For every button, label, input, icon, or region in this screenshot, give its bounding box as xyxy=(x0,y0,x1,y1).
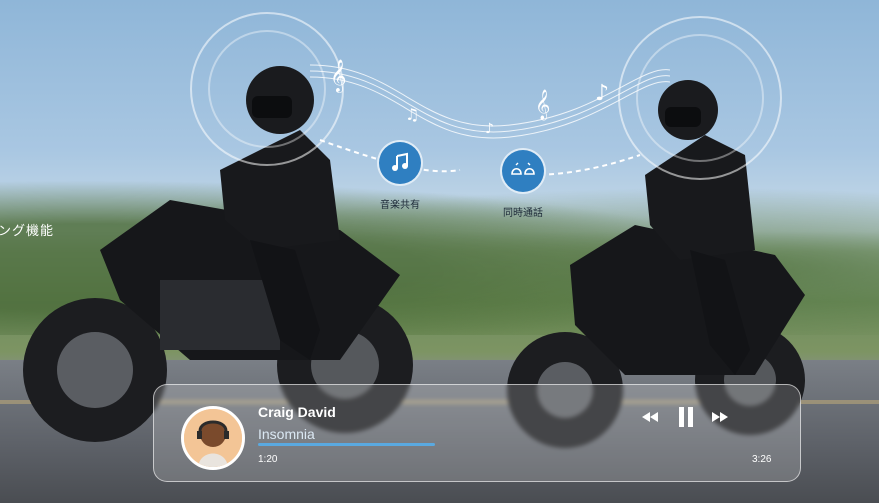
song-title: Insomnia xyxy=(258,426,315,442)
elapsed-time: 1:20 xyxy=(258,454,278,465)
music-notes-icon xyxy=(377,140,423,186)
helmets-talk-icon xyxy=(500,148,546,194)
svg-text:♫: ♫ xyxy=(405,105,419,124)
artist-name: Craig David xyxy=(258,404,336,420)
svg-text:♪: ♪ xyxy=(485,121,494,137)
pause-button[interactable] xyxy=(676,405,696,434)
feature-label: 同時通話 xyxy=(503,208,543,219)
music-player-card: Craig David Insomnia 1:20 3:26 xyxy=(153,384,801,482)
fast-forward-button[interactable] xyxy=(710,407,730,432)
photo-background: 𝄞 𝄞 ♪ ♫ ♪ ング機能 音楽共有 同時通話 Craig David Ins… xyxy=(0,0,879,503)
total-time: 3:26 xyxy=(752,454,772,465)
feature-caption-fragment: ング機能 xyxy=(0,223,55,238)
feature-music-share: 音楽共有 xyxy=(355,140,445,211)
sound-ring-left-inner xyxy=(208,30,326,148)
artist-avatar xyxy=(181,406,245,470)
progress-bar[interactable] xyxy=(258,443,435,446)
svg-text:𝄞: 𝄞 xyxy=(330,59,347,93)
svg-text:𝄞: 𝄞 xyxy=(535,89,550,121)
rewind-button[interactable] xyxy=(640,407,660,432)
svg-text:♪: ♪ xyxy=(595,81,609,106)
feature-simultaneous-call: 同時通話 xyxy=(478,148,568,219)
feature-label: 音楽共有 xyxy=(380,200,420,211)
